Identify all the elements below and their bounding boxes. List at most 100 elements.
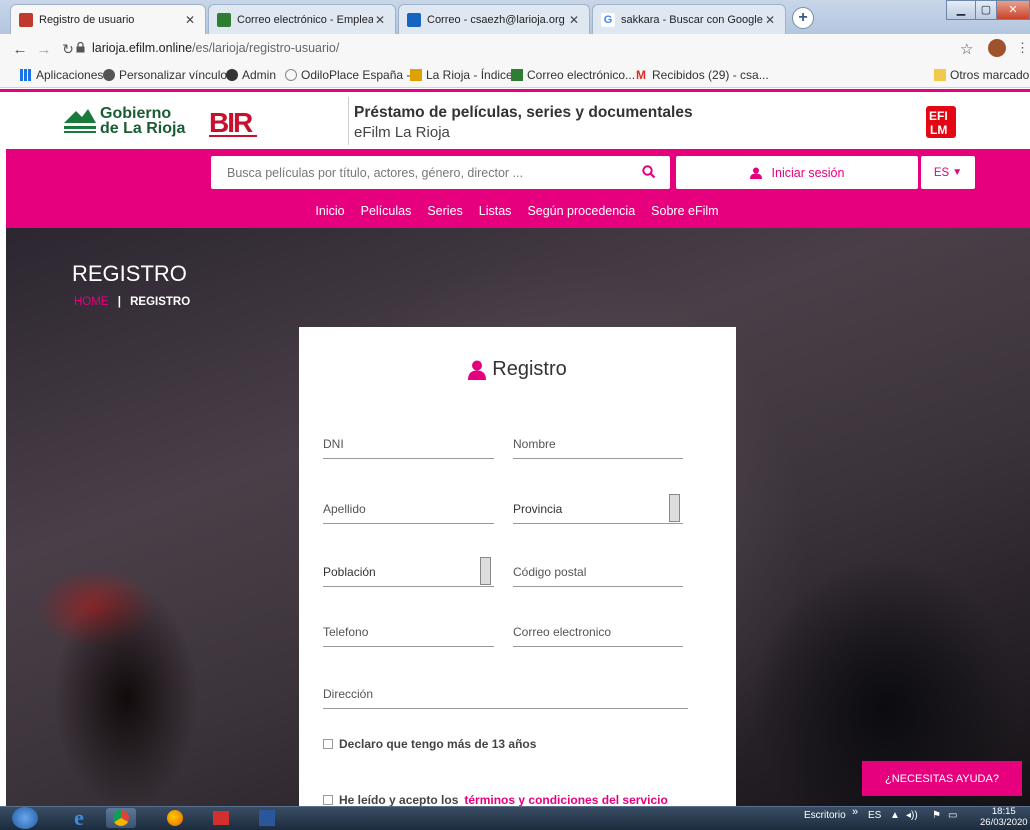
outlook-favicon-icon (407, 12, 421, 27)
clock-date: 26/03/2020 (980, 817, 1028, 828)
media-taskbar-button[interactable] (206, 808, 236, 828)
correo-field[interactable]: Correo electronico (513, 625, 683, 647)
poblacion-dropdown-handle[interactable] (480, 557, 491, 585)
login-button[interactable]: Iniciar sesión (676, 156, 918, 189)
bookmark-admin[interactable]: Admin (226, 68, 276, 82)
tray-language[interactable]: ES (868, 810, 881, 821)
firefox-taskbar-button[interactable] (160, 808, 190, 828)
volume-icon[interactable]: ◂)) (906, 810, 918, 821)
nav-listas[interactable]: Listas (475, 204, 512, 218)
terms-label: He leído y acepto los (339, 793, 459, 807)
terms-checkbox-row[interactable]: He leído y acepto los términos y condici… (323, 793, 668, 807)
age-checkbox[interactable] (323, 739, 333, 749)
tray-expand-icon[interactable]: » (852, 806, 858, 818)
minimize-button[interactable]: ▁ (946, 0, 976, 20)
logo-line-1: Gobierno (100, 105, 172, 122)
url-path: /es/larioja/registro-usuario/ (192, 41, 340, 55)
svg-text:BIR: BIR (209, 107, 253, 138)
provincia-select[interactable]: Provincia (513, 494, 683, 524)
header-divider (348, 97, 349, 145)
search-input[interactable] (211, 156, 670, 189)
close-tab-icon[interactable]: ✕ (567, 13, 581, 27)
bookmark-personalizar[interactable]: Personalizar vínculos (103, 68, 233, 82)
language-select[interactable]: ES ▼ (921, 156, 975, 189)
bookmark-recibidos[interactable]: M Recibidos (29) - csa... (636, 68, 769, 82)
tab-correo-empleados[interactable]: Correo electrónico - Empleados ✕ (208, 4, 396, 34)
flag-icon[interactable]: ⚑ (932, 810, 941, 821)
telefono-label: Telefono (323, 625, 369, 639)
tab-title: Correo electrónico - Empleados (237, 13, 373, 26)
age-checkbox-row[interactable]: Declaro que tengo más de 13 años (323, 737, 536, 751)
mail-favicon-icon (217, 12, 231, 27)
efilm-logo-icon[interactable]: EFI LM (926, 106, 956, 138)
poblacion-label: Población (323, 565, 376, 579)
close-tab-icon[interactable]: ✕ (183, 13, 197, 27)
globe-icon (103, 69, 115, 81)
folder-icon (934, 69, 946, 81)
close-tab-icon[interactable]: ✕ (763, 13, 777, 27)
profile-avatar[interactable] (988, 39, 1006, 57)
nav-segun-procedencia[interactable]: Según procedencia (523, 204, 635, 218)
apellido-field[interactable]: Apellido (323, 502, 494, 524)
svg-text:EFI: EFI (929, 109, 948, 123)
ie-icon[interactable]: e (64, 805, 94, 830)
nav-peliculas[interactable]: Películas (357, 204, 412, 218)
clock-time: 18:15 (991, 806, 1016, 817)
main-nav: Inicio Películas Series Listas Según pro… (0, 204, 1030, 218)
bookmark-label: Correo electrónico... (527, 68, 636, 82)
help-button[interactable]: ¿NECESITAS AYUDA? (862, 761, 1022, 796)
tab-registro-usuario[interactable]: Registro de usuario ✕ (10, 4, 206, 34)
chrome-taskbar-button[interactable] (106, 808, 136, 828)
telefono-field[interactable]: Telefono (323, 625, 494, 647)
nombre-field[interactable]: Nombre (513, 437, 683, 459)
tray-arrow-icon[interactable]: ▲ (890, 810, 900, 821)
tray-clock[interactable]: 18:15 26/03/2020 (980, 806, 1028, 828)
breadcrumb-home[interactable]: HOME (74, 296, 109, 308)
bookmark-star-icon[interactable]: ☆ (960, 40, 973, 58)
user-icon (468, 360, 487, 380)
caret-down-icon: ▼ (952, 167, 963, 178)
tab-correo-outlook[interactable]: Correo - csaezh@larioja.org ✕ (398, 4, 590, 34)
bookmark-correo[interactable]: Correo electrónico... (511, 68, 635, 82)
bookmark-la-rioja-indice[interactable]: La Rioja - Índice (410, 68, 513, 82)
start-button[interactable] (12, 807, 38, 829)
codigo-postal-field[interactable]: Código postal (513, 565, 683, 587)
word-taskbar-button[interactable] (252, 808, 282, 828)
gmail-icon: M (636, 68, 646, 82)
bookmark-label: Aplicaciones (36, 68, 104, 82)
lock-icon[interactable] (76, 42, 85, 53)
tab-title: Correo - csaezh@larioja.org (427, 13, 565, 26)
nav-series[interactable]: Series (423, 204, 462, 218)
page-title: REGISTRO (72, 261, 187, 286)
direccion-field[interactable]: Dirección (323, 687, 688, 709)
media-app-icon (213, 811, 229, 825)
nav-sobre-efilm[interactable]: Sobre eFilm (647, 204, 718, 218)
new-tab-button[interactable]: + (792, 7, 814, 29)
bookmark-otros[interactable]: Otros marcadores (934, 68, 1030, 82)
maximize-button[interactable]: ▢ (975, 0, 997, 20)
menu-dots-icon[interactable]: ⋮ (1016, 40, 1029, 56)
close-window-button[interactable]: ✕ (996, 0, 1030, 20)
terms-link[interactable]: términos y condiciones del servicio (464, 793, 667, 807)
terms-checkbox[interactable] (323, 795, 333, 805)
site-title: Préstamo de películas, series y document… (354, 104, 693, 121)
gobierno-logo-text: Gobierno de La Rioja (100, 105, 185, 137)
age-checkbox-label: Declaro que tengo más de 13 años (339, 737, 537, 751)
desktop-label[interactable]: Escritorio (804, 810, 846, 821)
search-icon[interactable] (642, 165, 656, 179)
poblacion-select[interactable]: Población (323, 557, 494, 587)
provincia-dropdown-handle[interactable] (669, 494, 680, 522)
network-icon[interactable]: ▭ (948, 810, 957, 821)
dni-field[interactable]: DNI (323, 437, 494, 459)
nav-inicio[interactable]: Inicio (311, 204, 344, 218)
bookmark-apps[interactable]: Aplicaciones (20, 68, 103, 82)
bookmark-odiloplace[interactable]: OdiloPlace España -... (285, 68, 420, 82)
tab-google-sakkara[interactable]: G sakkara - Buscar con Google ✕ (592, 4, 786, 34)
user-icon (749, 167, 762, 179)
forward-icon[interactable]: → (32, 41, 56, 58)
address-bar[interactable]: larioja.efilm.online/es/larioja/registro… (92, 41, 339, 55)
back-icon[interactable]: ← (8, 41, 32, 58)
efilm-favicon-icon (19, 12, 33, 27)
gobierno-logo-icon[interactable] (62, 103, 98, 139)
close-tab-icon[interactable]: ✕ (373, 13, 387, 27)
